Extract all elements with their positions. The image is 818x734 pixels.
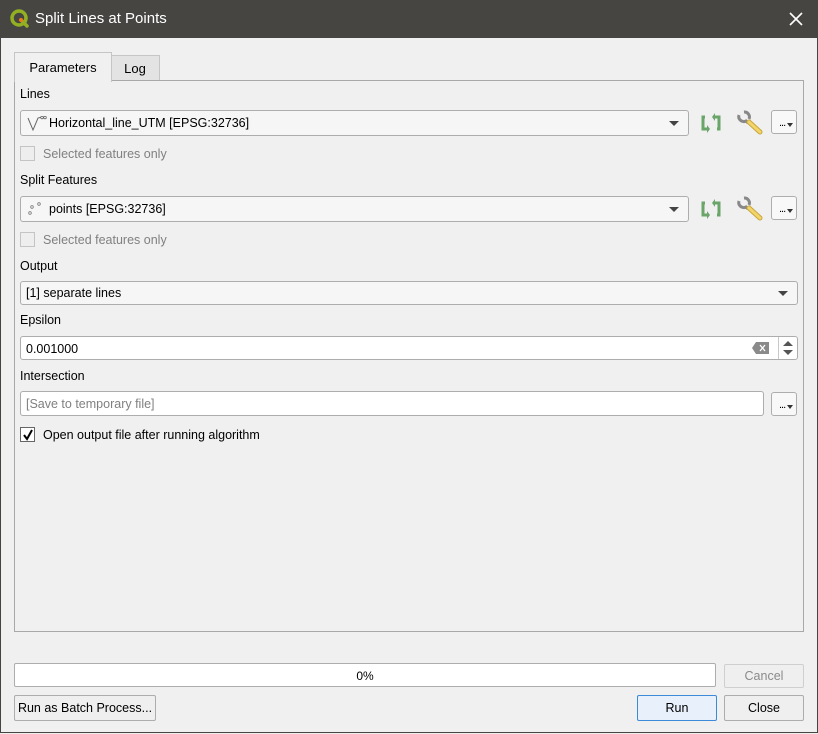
- split-features-layer-combo[interactable]: points [EPSG:32736]: [20, 196, 689, 222]
- intersection-label: Intersection: [20, 369, 85, 383]
- cancel-button[interactable]: Cancel: [724, 664, 804, 688]
- tab-log[interactable]: Log: [110, 55, 160, 82]
- close-icon[interactable]: [784, 9, 808, 29]
- window-title: Split Lines at Points: [35, 10, 167, 27]
- open-output-checkbox[interactable]: [20, 427, 35, 442]
- intersection-placeholder: [Save to temporary file]: [26, 397, 155, 411]
- close-button[interactable]: Close: [724, 695, 804, 721]
- output-label: Output: [20, 259, 58, 273]
- point-layer-icon: [28, 202, 41, 215]
- spin-arrows-icon[interactable]: [782, 340, 794, 356]
- iterate-icon[interactable]: [699, 111, 723, 135]
- lines-selected-only-checkbox[interactable]: [20, 146, 35, 161]
- epsilon-value: 0.001000: [26, 342, 79, 356]
- iterate-icon[interactable]: [699, 197, 723, 221]
- split-features-more-button[interactable]: ...: [771, 196, 797, 220]
- progress-text: 0%: [356, 669, 374, 683]
- spin-divider: [778, 337, 779, 359]
- lines-label: Lines: [20, 87, 50, 101]
- epsilon-spinbox[interactable]: 0.001000: [20, 336, 798, 360]
- dropdown-arrow-icon: [787, 405, 793, 409]
- split-features-selected-only-checkbox[interactable]: [20, 232, 35, 247]
- tab-parameters[interactable]: Parameters: [14, 52, 112, 82]
- open-output-label: Open output file after running algorithm: [43, 428, 260, 442]
- wrench-icon[interactable]: [736, 196, 764, 222]
- dropdown-arrow-icon: [787, 209, 793, 213]
- lines-selected-only-label: Selected features only: [43, 147, 167, 161]
- epsilon-label: Epsilon: [20, 313, 61, 327]
- progress-bar: 0%: [14, 663, 716, 687]
- run-button[interactable]: Run: [637, 695, 717, 721]
- output-mode-combo[interactable]: [1] separate lines: [20, 281, 798, 305]
- line-layer-icon: [27, 116, 47, 132]
- chevron-down-icon: [669, 207, 679, 212]
- split-features-selected-only-label: Selected features only: [43, 233, 167, 247]
- title-bar: Split Lines at Points: [0, 0, 818, 38]
- dropdown-arrow-icon: [787, 123, 793, 127]
- split-features-label: Split Features: [20, 173, 98, 187]
- output-mode-value: [1] separate lines: [26, 286, 122, 300]
- chevron-down-icon: [669, 121, 679, 126]
- checkmark-icon: [23, 429, 33, 441]
- split-features-layer-value: points [EPSG:32736]: [49, 202, 166, 216]
- lines-layer-combo[interactable]: Horizontal_line_UTM [EPSG:32736]: [20, 110, 689, 136]
- intersection-output-field[interactable]: [Save to temporary file]: [20, 391, 764, 416]
- wrench-icon[interactable]: [736, 110, 764, 136]
- qgis-logo-icon: [10, 9, 29, 28]
- clear-icon[interactable]: [752, 342, 769, 354]
- lines-layer-value: Horizontal_line_UTM [EPSG:32736]: [49, 116, 250, 130]
- run-as-batch-button[interactable]: Run as Batch Process...: [14, 695, 156, 721]
- intersection-more-button[interactable]: ...: [771, 392, 797, 416]
- lines-more-button[interactable]: ...: [771, 110, 797, 134]
- chevron-down-icon: [778, 291, 788, 296]
